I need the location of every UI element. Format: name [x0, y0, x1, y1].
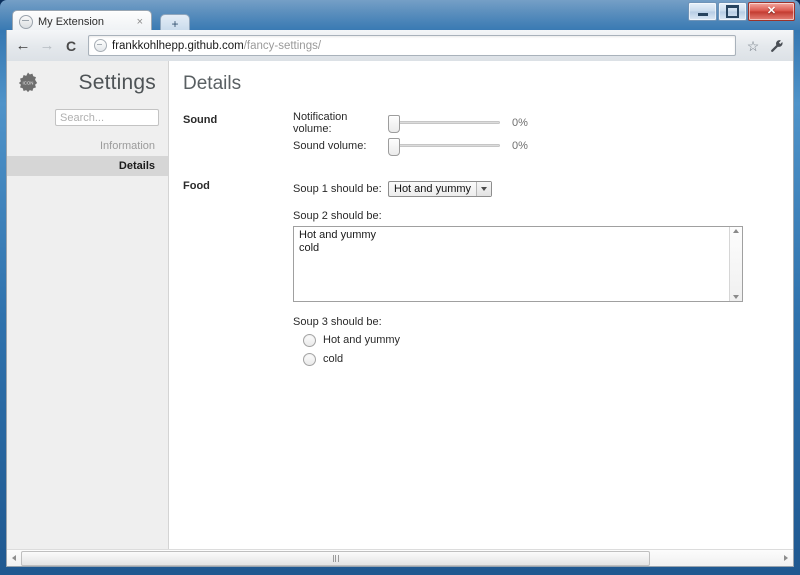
sidebar-search-wrap	[7, 105, 168, 134]
arrow-right-icon: →	[39, 37, 55, 54]
forward-button[interactable]: →	[37, 36, 57, 56]
window-controls: ✕	[688, 2, 795, 21]
back-button[interactable]: ←	[13, 36, 33, 56]
url-text: frankkohlhepp.github.com/fancy-settings/	[112, 40, 321, 52]
scrollbar-thumb[interactable]	[21, 550, 651, 566]
plus-icon: +	[171, 17, 179, 31]
page-title: Details	[183, 73, 242, 94]
field-label: Sound volume:	[293, 139, 367, 152]
slider-thumb[interactable]	[388, 114, 400, 133]
close-icon: ✕	[766, 5, 777, 17]
slider-track	[394, 143, 500, 147]
slider-value: 0%	[512, 116, 528, 129]
scrollbar-grip-icon	[332, 554, 339, 562]
sidebar-item-details[interactable]: Details	[7, 156, 168, 176]
radio-icon[interactable]	[303, 333, 316, 347]
browser-tab[interactable]: My Extension ×	[12, 10, 152, 32]
slider-value: 0%	[512, 139, 528, 152]
slider-thumb[interactable]	[388, 137, 400, 156]
soup-1-select[interactable]: Hot and yummy	[388, 180, 493, 197]
browser-toolbar: ← → C frankkohlhepp.github.com/fancy-set…	[6, 30, 794, 61]
radio-label: Hot and yummy	[323, 334, 401, 346]
sidebar-item-label: Details	[118, 160, 155, 172]
horizontal-scrollbar[interactable]	[7, 549, 793, 566]
field-label: Notification volume:	[293, 110, 348, 135]
star-icon: ☆	[746, 37, 760, 54]
notification-volume-slider[interactable]	[388, 114, 500, 133]
sidebar-title: Settings	[78, 71, 156, 94]
slider-track	[394, 120, 500, 124]
reload-icon: C	[65, 37, 77, 54]
sidebar-item-information[interactable]: Information	[7, 136, 168, 156]
minimize-button[interactable]	[688, 2, 717, 21]
section-label: Sound	[183, 114, 218, 126]
tab-title: My Extension	[38, 15, 105, 28]
soup-2-listbox[interactable]: Hot and yummy cold	[293, 226, 743, 302]
address-bar[interactable]: frankkohlhepp.github.com/fancy-settings/	[88, 35, 736, 56]
url-path: /fancy-settings/	[243, 39, 322, 52]
scroll-right-button[interactable]	[779, 551, 793, 566]
gear-icon: ICON	[18, 72, 38, 93]
section-sound: Sound Notification volume: 0% Sound volu…	[183, 111, 793, 157]
field-sound-volume: Sound volume: 0%	[293, 134, 793, 157]
tab-close-icon[interactable]: ×	[135, 16, 145, 28]
field-label: Soup 3 should be:	[293, 316, 382, 328]
field-label: Soup 1 should be:	[293, 182, 382, 195]
field-soup-3: Soup 3 should be: Hot and yummy cold	[293, 316, 793, 367]
field-label: Soup 2 should be:	[293, 210, 382, 222]
scroll-down-icon[interactable]	[733, 295, 739, 299]
scroll-left-button[interactable]	[7, 551, 21, 566]
sidebar-item-label: Information	[99, 140, 155, 152]
chevron-down-icon[interactable]	[476, 181, 492, 196]
radio-option-cold[interactable]: cold	[293, 351, 793, 367]
sound-volume-slider[interactable]	[388, 137, 500, 156]
radio-option-hot-and-yummy[interactable]: Hot and yummy	[293, 332, 793, 348]
tab-strip: My Extension × +	[0, 0, 800, 33]
section-food: Food Soup 1 should be: Hot and yummy Sou…	[183, 177, 793, 367]
sidebar-brand: ICON Settings	[7, 61, 168, 105]
page-viewport: ICON Settings Information Details	[6, 61, 794, 567]
scroll-up-icon[interactable]	[733, 229, 739, 233]
field-soup-2: Soup 2 should be: Hot and yummy cold	[293, 210, 793, 302]
bookmark-button[interactable]: ☆	[743, 36, 763, 56]
close-window-button[interactable]: ✕	[748, 2, 795, 21]
settings-content: Details Sound Notification volume: 0% So…	[169, 61, 793, 549]
search-input[interactable]	[55, 109, 159, 126]
list-item[interactable]: Hot and yummy	[297, 229, 729, 242]
globe-icon	[19, 14, 33, 29]
url-domain: frankkohlhepp.github.com	[112, 39, 244, 52]
gear-icon-text: ICON	[23, 81, 34, 86]
sidebar-nav-list: Information Details	[7, 136, 168, 176]
field-soup-1: Soup 1 should be: Hot and yummy	[293, 177, 793, 200]
wrench-icon	[771, 39, 783, 52]
settings-sidebar: ICON Settings Information Details	[7, 61, 169, 549]
extension-options-page: ICON Settings Information Details	[7, 61, 793, 549]
field-notification-volume: Notification volume: 0%	[293, 110, 793, 135]
minimize-icon	[697, 13, 708, 16]
arrow-left-icon: ←	[15, 37, 31, 54]
section-body: Notification volume: 0% Sound volume: 0%	[293, 111, 793, 157]
page-info-globe-icon[interactable]	[94, 39, 107, 52]
radio-icon[interactable]	[303, 352, 316, 366]
section-body: Soup 1 should be: Hot and yummy Soup 2 s…	[293, 177, 793, 367]
browser-window: ✕ My Extension × + ← → C frankkohlhepp.g…	[0, 0, 800, 575]
chrome-menu-button[interactable]	[767, 36, 787, 56]
list-item[interactable]: cold	[297, 242, 729, 255]
listbox-scrollbar[interactable]	[729, 227, 742, 301]
section-label: Food	[183, 180, 210, 192]
maximize-button[interactable]	[718, 2, 747, 21]
select-value: Hot and yummy	[394, 182, 472, 195]
reload-button[interactable]: C	[61, 36, 81, 56]
scrollbar-track[interactable]	[21, 550, 779, 566]
maximize-icon	[726, 5, 739, 18]
radio-label: cold	[323, 353, 344, 365]
listbox-items: Hot and yummy cold	[294, 227, 729, 301]
